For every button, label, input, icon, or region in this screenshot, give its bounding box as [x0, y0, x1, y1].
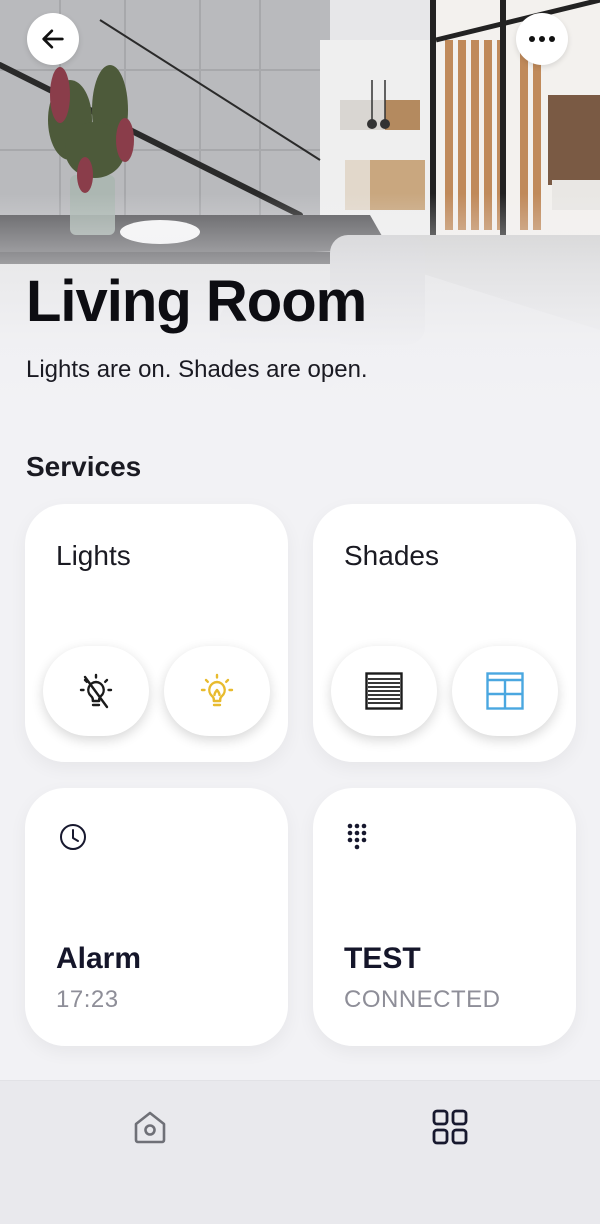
grid-icon [432, 1109, 468, 1145]
bulb-off-icon [79, 673, 113, 709]
keypad-icon [347, 823, 367, 850]
shades-closed-icon [365, 672, 403, 710]
shades-open-button[interactable] [452, 646, 558, 736]
alarm-time: 17:23 [56, 986, 119, 1013]
nav-home-button[interactable] [126, 1103, 174, 1151]
room-screen: Living Room Lights are on. Shades are op… [0, 0, 600, 1224]
lights-off-button[interactable] [43, 646, 149, 736]
nav-grid-button[interactable] [426, 1103, 474, 1151]
lights-card-title: Lights [56, 540, 131, 571]
services-section-title: Services [26, 451, 142, 482]
more-horizontal-icon [529, 36, 555, 42]
bottom-navigation [0, 1080, 600, 1224]
room-status-text: Lights are on. Shades are open. [26, 356, 368, 383]
bulb-on-icon [200, 673, 234, 707]
clock-icon [60, 824, 86, 850]
alarm-title: Alarm [56, 942, 142, 975]
shades-open-icon [486, 672, 524, 710]
test-card[interactable]: TEST CONNECTED [313, 788, 576, 1046]
lights-on-button[interactable] [164, 646, 270, 736]
test-status: CONNECTED [344, 986, 501, 1013]
back-button[interactable] [27, 13, 79, 65]
room-title: Living Room [26, 269, 367, 334]
lights-card: Lights [25, 504, 288, 762]
shades-close-button[interactable] [331, 646, 437, 736]
shades-card: Shades [313, 504, 576, 762]
shades-card-title: Shades [344, 540, 439, 571]
more-options-button[interactable] [516, 13, 568, 65]
arrow-left-icon [42, 29, 64, 49]
alarm-card[interactable]: Alarm 17:23 [25, 788, 288, 1046]
home-icon [134, 1111, 166, 1144]
test-title: TEST [344, 942, 421, 975]
